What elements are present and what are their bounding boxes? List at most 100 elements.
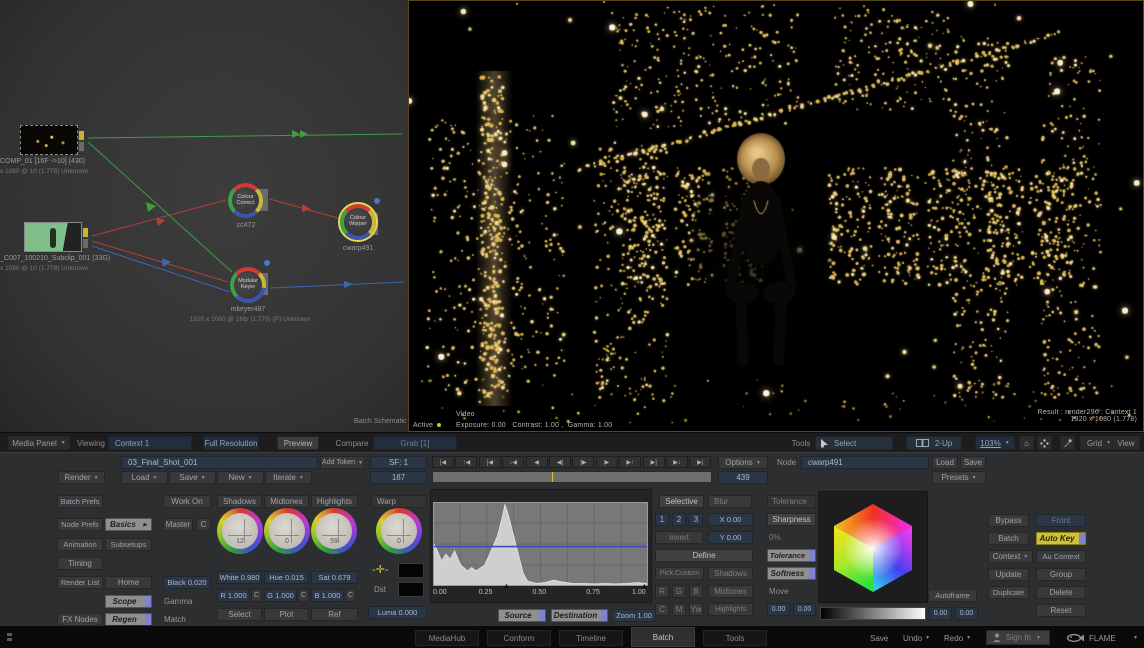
selective-2-button[interactable]: 2 [672, 513, 686, 526]
colour-warper-node[interactable]: ColourWarper [340, 204, 376, 240]
match-select-button[interactable]: Select [217, 608, 262, 621]
subclip-socket[interactable] [82, 227, 89, 238]
comp-clip-thumbnail[interactable] [20, 125, 78, 155]
modular-keyer-node[interactable]: ModularKeyer [230, 267, 266, 303]
two-up-button[interactable]: 2-Up [906, 436, 962, 450]
match-plot-button[interactable]: Plot [264, 608, 309, 621]
selective-button[interactable]: Selective [659, 495, 704, 508]
transport-button-1[interactable]: ↑◀ [455, 456, 477, 468]
match-ref-button[interactable]: Ref [311, 608, 358, 621]
preview-button[interactable]: Preview [277, 436, 319, 450]
batch-context-button[interactable]: Batch [988, 532, 1029, 545]
master-c-button[interactable]: C [196, 518, 211, 531]
pan-view-button[interactable] [1037, 436, 1052, 450]
viewing-context-field[interactable]: Context 1 [108, 436, 192, 450]
render-menu-button[interactable]: Render▼ [58, 471, 105, 484]
view-button[interactable]: View [1112, 436, 1140, 450]
sharpness-button[interactable]: Sharpness [767, 513, 816, 526]
destination-colour-swatch[interactable] [398, 582, 424, 597]
define-button[interactable]: Define [655, 549, 753, 562]
highlights-range-button[interactable]: Highlights [311, 495, 358, 508]
tolerance-toggle[interactable]: Tolerance [767, 549, 816, 562]
comp-clip-socket[interactable] [78, 141, 85, 152]
colour-pick-crosshair-icon[interactable]: -✛- [372, 565, 389, 576]
colour-wheel-shadows[interactable]: 12 [217, 508, 263, 554]
transport-button-11[interactable]: ▶| [689, 456, 711, 468]
tab-conform[interactable]: Conform [487, 630, 551, 646]
zoom-level-field[interactable]: 103%▼ [975, 436, 1015, 450]
tab-mediahub[interactable]: MediaHub [415, 630, 479, 646]
transport-button-3[interactable]: ↓◀ [502, 456, 524, 468]
subsetups-button[interactable]: Subsetups [105, 538, 152, 551]
work-on-button[interactable]: Work On [163, 495, 211, 508]
scope-toggle[interactable]: Scope [105, 595, 152, 608]
tool-select-field[interactable]: Select [815, 436, 893, 450]
result-viewer[interactable]: Video Active Exposure: 0.00 Contrast: 1.… [408, 0, 1144, 432]
source-toggle[interactable]: Source [498, 609, 546, 622]
new-menu-button[interactable]: New▼ [217, 471, 264, 484]
load-menu-button[interactable]: Load▼ [121, 471, 168, 484]
destination-toggle[interactable]: Destination [551, 609, 608, 622]
options-button[interactable]: Options▼ [718, 456, 768, 469]
node-load-button[interactable]: Load [932, 456, 958, 469]
node-name-field[interactable]: cwarp491 [801, 456, 929, 469]
hue-value-field[interactable]: Hue 0.015 [264, 571, 309, 584]
histogram-marker[interactable]: ▲ [503, 583, 510, 590]
sel-m-button[interactable]: M [672, 603, 686, 616]
transport-button-4[interactable]: ◀ [526, 456, 548, 468]
save-button[interactable]: Save [870, 631, 888, 645]
tab-batch[interactable]: Batch [631, 627, 695, 647]
source-colour-swatch[interactable] [398, 563, 424, 578]
blue-c-button[interactable]: C [345, 589, 356, 602]
subclip-socket[interactable] [82, 238, 89, 249]
autoframe-button[interactable]: Autoframe [928, 589, 977, 602]
move-x-field[interactable]: 0.00 [767, 603, 790, 616]
render-list-button[interactable]: Render List [57, 576, 103, 589]
sel-g-button[interactable]: G [672, 585, 686, 598]
selective-3-button[interactable]: 3 [689, 513, 703, 526]
update-button[interactable]: Update [988, 568, 1029, 581]
blur-y-field[interactable]: Y 0.00 [708, 531, 753, 544]
histogram-plot[interactable] [433, 502, 648, 586]
start-frame-field[interactable]: SF: 1 [370, 456, 427, 469]
colour-cube-box[interactable] [818, 491, 928, 603]
transport-button-9[interactable]: ▶] [643, 456, 665, 468]
node-save-button[interactable]: Save [960, 456, 986, 469]
transport-button-2[interactable]: [◀ [479, 456, 501, 468]
histogram-zoom-field[interactable]: Zoom 1.00 [612, 609, 656, 622]
current-frame-field[interactable]: 187 [370, 471, 427, 484]
sel-c-button[interactable]: C [655, 603, 669, 616]
sel-highlights-button[interactable]: Highlights [708, 603, 753, 616]
panel-toggle-icon[interactable] [7, 633, 13, 642]
batch-prefs-button[interactable]: Batch Prefs [57, 495, 103, 508]
sel-b-button[interactable]: B [689, 585, 703, 598]
blur-x-field[interactable]: X 0.00 [708, 513, 753, 526]
sel-midtones-button[interactable]: Midtones [708, 585, 753, 598]
colour-wheel-warp[interactable]: 0 [376, 508, 422, 554]
timebar[interactable] [432, 471, 712, 483]
redo-button[interactable]: Redo▼ [944, 631, 971, 645]
sel-r-button[interactable]: R [655, 585, 669, 598]
iterate-menu-button[interactable]: Iterate▼ [265, 471, 312, 484]
bypass-button[interactable]: Bypass [988, 514, 1029, 527]
transport-button-7[interactable]: ▶ [596, 456, 618, 468]
context-dropdown[interactable]: Context▼ [988, 550, 1033, 563]
pick-custom-button[interactable]: Pick Custom [655, 567, 704, 580]
front-button[interactable]: Front [1036, 514, 1086, 527]
save-menu-button[interactable]: Save▼ [169, 471, 216, 484]
green-c-button[interactable]: C [298, 589, 309, 602]
blur-button[interactable]: Blur [708, 495, 752, 508]
tab-tools[interactable]: Tools [703, 630, 767, 646]
group-button[interactable]: Group [1036, 568, 1086, 581]
auto-key-toggle[interactable]: Auto Key [1036, 532, 1086, 545]
white-value-field[interactable]: White 0.980 [217, 571, 262, 584]
move-y-field[interactable]: 0.00 [793, 603, 816, 616]
media-panel-button[interactable]: Media Panel▼ [8, 436, 70, 450]
cube-x-field[interactable]: 0.00 [929, 607, 952, 620]
undo-button[interactable]: Undo▼ [903, 631, 930, 645]
playhead[interactable] [552, 472, 553, 482]
duplicate-button[interactable]: Duplicate [988, 586, 1029, 599]
red-gamma-field[interactable]: R 1.000 [217, 589, 250, 602]
blue-gamma-field[interactable]: B 1.000 [311, 589, 344, 602]
grab-button[interactable]: Grab [1] [373, 436, 457, 450]
